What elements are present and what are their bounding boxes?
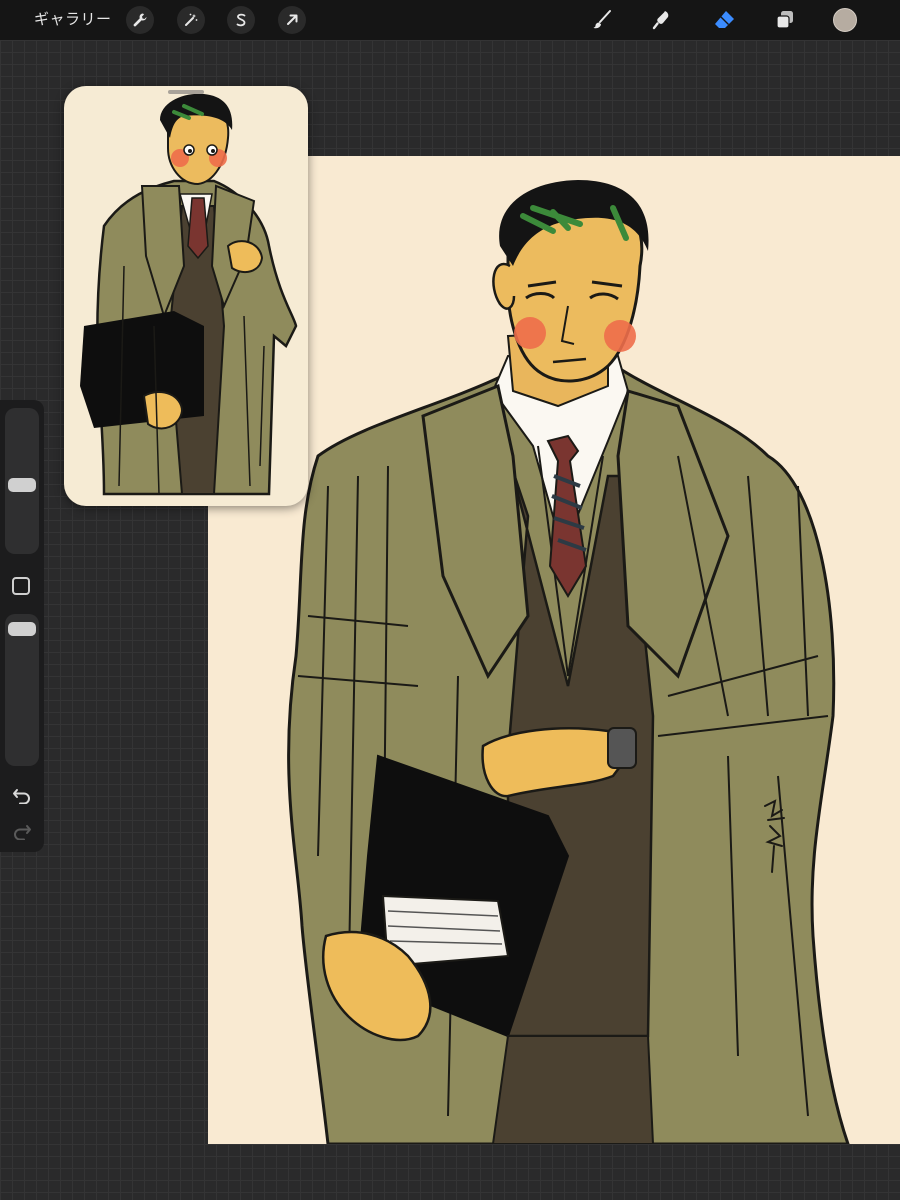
- adjustments-magic-wand-icon[interactable]: [177, 6, 205, 34]
- reference-window[interactable]: [64, 86, 308, 506]
- redo-icon[interactable]: [10, 820, 34, 842]
- undo-icon[interactable]: [10, 784, 34, 806]
- reference-artwork: [80, 93, 298, 496]
- layers-icon[interactable]: [771, 6, 799, 34]
- gallery-button[interactable]: ギャラリー: [34, 8, 112, 30]
- opacity-slider-knob[interactable]: [8, 622, 36, 636]
- brush-size-slider[interactable]: [5, 408, 39, 554]
- top-toolbar: ギャラリー: [0, 0, 900, 40]
- reference-drag-handle[interactable]: [168, 90, 204, 94]
- illustration-man-in-trench-coat: [287, 180, 850, 1144]
- brush-size-slider-knob[interactable]: [8, 478, 36, 492]
- transform-arrow-icon[interactable]: [278, 6, 306, 34]
- selection-icon[interactable]: [227, 6, 255, 34]
- color-swatch[interactable]: [833, 8, 857, 32]
- brush-icon[interactable]: [588, 6, 616, 34]
- artist-signature: [764, 799, 785, 873]
- opacity-slider[interactable]: [5, 614, 39, 766]
- eraser-icon[interactable]: [710, 6, 738, 34]
- smudge-icon[interactable]: [648, 6, 676, 34]
- actions-wrench-icon[interactable]: [126, 6, 154, 34]
- artboard[interactable]: [208, 156, 900, 1144]
- modify-button[interactable]: [12, 577, 30, 595]
- left-sidebar: [0, 400, 44, 852]
